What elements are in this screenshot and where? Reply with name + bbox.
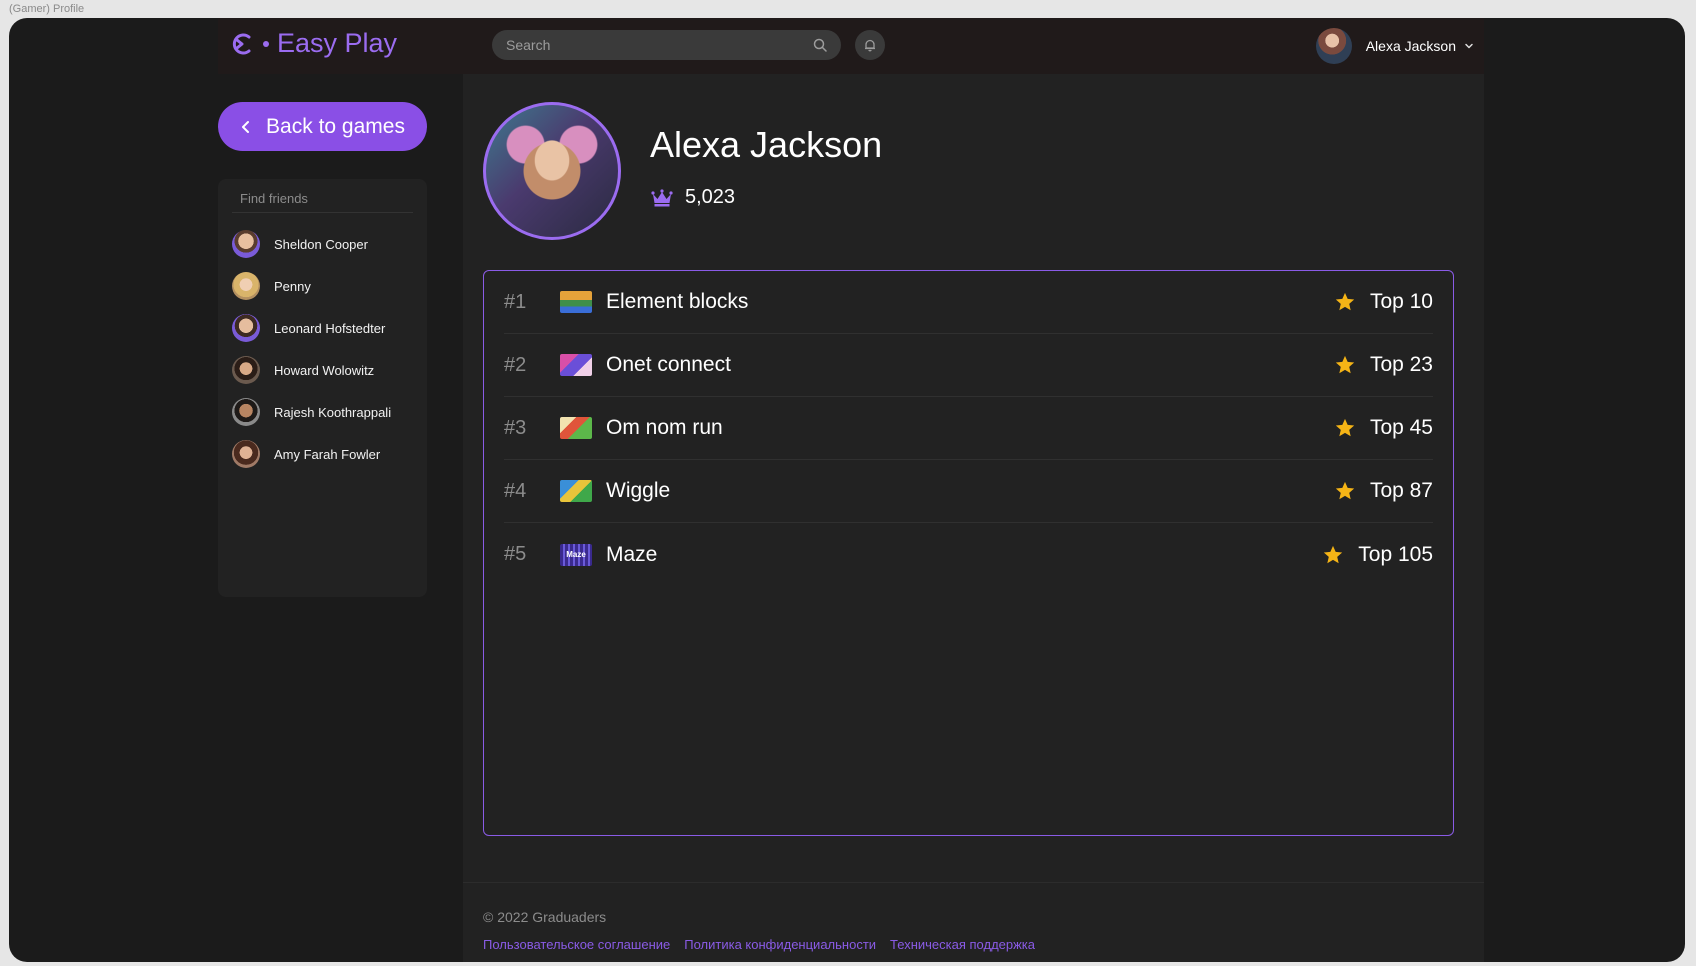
friend-item[interactable]: Howard Wolowitz bbox=[232, 349, 413, 391]
star-icon bbox=[1324, 545, 1343, 563]
user-name[interactable]: Alexa Jackson bbox=[1366, 38, 1456, 54]
game-name: Wiggle bbox=[606, 479, 671, 502]
friend-item[interactable]: Sheldon Cooper bbox=[232, 223, 413, 265]
avatar bbox=[232, 356, 260, 384]
friend-item[interactable]: Amy Farah Fowler bbox=[232, 433, 413, 475]
game-rank: #1 bbox=[504, 290, 527, 313]
search-input[interactable] bbox=[506, 37, 813, 53]
game-place-label: Top 10 bbox=[1369, 290, 1433, 313]
game-rank: #4 bbox=[504, 479, 527, 502]
friends-panel: Sheldon Cooper Penny Leonard Hofstedter … bbox=[218, 179, 427, 597]
friend-item[interactable]: Rajesh Koothrappali bbox=[232, 391, 413, 433]
copyright: © 2022 Graduaders bbox=[483, 909, 607, 925]
game-thumbnail bbox=[560, 291, 592, 313]
game-place-label: Top 23 bbox=[1369, 353, 1433, 376]
friend-name: Howard Wolowitz bbox=[274, 362, 375, 378]
avatar bbox=[232, 230, 260, 258]
game-rank: #5 bbox=[504, 543, 527, 565]
footer: © 2022 Graduaders Пользовательское согла… bbox=[463, 882, 1484, 952]
footer-links: Пользовательское соглашение Политика кон… bbox=[483, 937, 1464, 952]
footer-link-user-agreement[interactable]: Пользовательское соглашение bbox=[483, 937, 670, 952]
star-icon bbox=[1335, 481, 1355, 500]
game-row[interactable]: #5 Maze Maze Top 105 bbox=[504, 523, 1433, 586]
game-place-label: Top 87 bbox=[1369, 479, 1433, 502]
friend-item[interactable]: Leonard Hofstedter bbox=[232, 307, 413, 349]
avatar bbox=[232, 440, 260, 468]
chevron-down-icon[interactable] bbox=[1464, 41, 1474, 51]
user-menu[interactable]: Alexa Jackson bbox=[1315, 28, 1474, 64]
app-logo[interactable]: Easy Play bbox=[229, 28, 397, 59]
chevron-left-icon bbox=[242, 120, 250, 133]
game-row[interactable]: #4 Wiggle Top 87 bbox=[504, 460, 1433, 523]
footer-link-support[interactable]: Техническая поддержка bbox=[890, 937, 1035, 952]
games-list: #1 Element blocks Top 10 #2 Onet connect… bbox=[483, 270, 1454, 836]
avatar bbox=[232, 314, 260, 342]
game-thumbnail bbox=[560, 480, 592, 502]
avatar bbox=[232, 398, 260, 426]
friend-name: Amy Farah Fowler bbox=[274, 446, 381, 462]
score-value: 5,023 bbox=[685, 186, 736, 208]
avatar[interactable] bbox=[1315, 28, 1352, 64]
friend-name: Penny bbox=[274, 278, 311, 294]
notifications-button[interactable] bbox=[855, 30, 885, 60]
game-thumbnail bbox=[560, 417, 592, 439]
search-bar[interactable] bbox=[492, 30, 841, 60]
back-button-label: Back to games bbox=[266, 114, 405, 138]
friend-item[interactable]: Penny bbox=[232, 265, 413, 307]
avatar bbox=[232, 272, 260, 300]
friend-name: Rajesh Koothrappali bbox=[274, 404, 392, 420]
friend-search[interactable] bbox=[232, 189, 416, 213]
friend-search-input[interactable] bbox=[240, 191, 416, 206]
game-place: Top 23 bbox=[1334, 353, 1433, 377]
bell-icon bbox=[865, 39, 875, 52]
logo-dot bbox=[263, 40, 269, 47]
game-place: Top 10 bbox=[1334, 290, 1433, 314]
star-icon bbox=[1335, 292, 1355, 311]
game-rank: #2 bbox=[504, 353, 527, 376]
game-place: Top 45 bbox=[1334, 416, 1433, 440]
game-name: Om nom run bbox=[606, 416, 723, 439]
search-icon[interactable] bbox=[813, 38, 827, 52]
game-place-label: Top 105 bbox=[1358, 542, 1433, 566]
friend-name: Sheldon Cooper bbox=[274, 236, 368, 252]
game-name: Element blocks bbox=[606, 290, 749, 313]
game-place: Top 87 bbox=[1334, 479, 1433, 503]
game-place: Top 105 bbox=[1322, 543, 1433, 567]
footer-link-privacy-policy[interactable]: Политика конфиденциальности bbox=[684, 937, 876, 952]
game-thumbnail: Maze bbox=[560, 543, 592, 566]
back-to-games-button[interactable]: Back to games bbox=[218, 102, 427, 151]
game-row[interactable]: #3 Om nom run Top 45 bbox=[504, 397, 1433, 460]
profile-main: Alexa Jackson 5,023 #1 Element blocks To… bbox=[463, 74, 1484, 962]
app-name: Easy Play bbox=[277, 28, 398, 58]
star-icon bbox=[1335, 355, 1355, 374]
game-thumbnail bbox=[560, 354, 592, 376]
crown-icon bbox=[651, 188, 673, 206]
score: 5,023 bbox=[651, 186, 735, 209]
profile-name: Alexa Jackson bbox=[650, 124, 883, 165]
profile-avatar bbox=[483, 102, 621, 240]
friend-name: Leonard Hofstedter bbox=[274, 320, 386, 336]
top-header: Easy Play Alexa Jackson bbox=[218, 18, 1484, 74]
app-window: Easy Play Alexa Jackson bbox=[9, 18, 1685, 962]
game-thumbnail-text: Maze bbox=[566, 550, 586, 559]
game-row[interactable]: #1 Element blocks Top 10 bbox=[504, 271, 1433, 334]
game-row[interactable]: #2 Onet connect Top 23 bbox=[504, 334, 1433, 397]
game-rank: #3 bbox=[504, 416, 527, 439]
frame-label: (Gamer) Profile bbox=[9, 3, 85, 15]
game-place-label: Top 45 bbox=[1369, 416, 1433, 439]
game-name: Onet connect bbox=[606, 353, 731, 376]
star-icon bbox=[1335, 418, 1355, 437]
logo-icon bbox=[232, 33, 251, 54]
game-name: Maze bbox=[606, 542, 658, 566]
